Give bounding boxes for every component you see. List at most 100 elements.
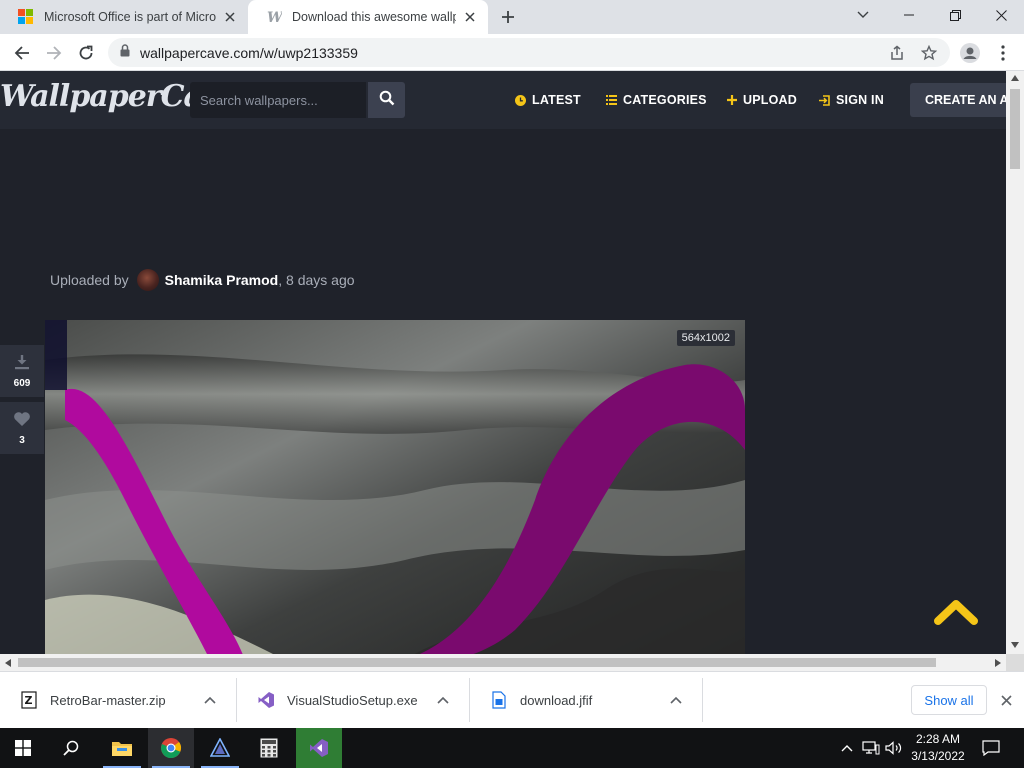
browser-tab-strip: Microsoft Office is part of Micros W Dow… <box>0 0 1024 34</box>
download-item[interactable]: download.jfif <box>470 678 703 722</box>
tab-title: Microsoft Office is part of Micros <box>44 10 216 24</box>
download-count: 609 <box>13 377 31 389</box>
nav-latest-label: LATEST <box>532 93 581 107</box>
nav-sign-in-label: SIGN IN <box>836 93 884 107</box>
image-file-icon <box>490 691 508 709</box>
microsoft-logo-icon <box>18 9 34 25</box>
zip-file-icon: Z <box>20 691 38 709</box>
download-item[interactable]: Z RetroBar-master.zip <box>0 678 237 722</box>
chrome-icon[interactable] <box>148 728 194 768</box>
new-tab-plus-icon[interactable] <box>498 7 518 27</box>
download-item[interactable]: VisualStudioSetup.exe <box>237 678 470 722</box>
list-icon <box>606 95 617 105</box>
profile-avatar-icon[interactable] <box>957 40 983 66</box>
volume-icon[interactable] <box>884 728 904 768</box>
uploader-name-link[interactable]: Shamika Pramod <box>165 272 279 288</box>
scroll-down-arrow-icon[interactable] <box>1011 642 1019 648</box>
visual-studio-installer-taskbar-icon[interactable] <box>296 728 342 768</box>
chevron-up-icon[interactable] <box>202 692 218 708</box>
url-text: wallpapercave.com/w/uwp2133359 <box>140 44 358 61</box>
dimensions-badge: 564x1002 <box>676 330 735 346</box>
download-button[interactable]: 609 <box>0 345 44 397</box>
sign-in-icon <box>819 94 830 106</box>
upload-info: Uploaded by Shamika Pramod , 8 days ago <box>50 269 355 291</box>
scroll-up-arrow-icon[interactable] <box>1011 75 1019 81</box>
upload-time: , 8 days ago <box>278 272 355 288</box>
file-explorer-icon[interactable] <box>99 728 145 768</box>
uploaded-by-label: Uploaded by <box>50 272 129 288</box>
chevron-up-icon[interactable] <box>668 692 684 708</box>
clock-date: 3/13/2022 <box>911 749 965 763</box>
browser-toolbar: wallpapercave.com/w/uwp2133359 <box>0 34 1024 71</box>
download-filename: RetroBar-master.zip <box>50 692 166 708</box>
windows-start-icon[interactable] <box>0 728 46 768</box>
wallpaper-image[interactable]: 564x1002 <box>45 320 745 654</box>
svg-text:W: W <box>267 10 282 25</box>
search-input[interactable] <box>200 92 360 108</box>
like-count: 3 <box>19 434 25 446</box>
plus-icon <box>727 95 737 105</box>
download-filename: VisualStudioSetup.exe <box>287 692 418 708</box>
scroll-to-top-button[interactable] <box>933 597 979 627</box>
reload-icon[interactable] <box>73 40 99 66</box>
app-installer-icon[interactable] <box>197 728 243 768</box>
web-page: WallpaperCave LATEST CATEGORIES <box>0 71 1006 654</box>
vertical-scroll-thumb[interactable] <box>1010 89 1020 169</box>
site-header: WallpaperCave LATEST CATEGORIES <box>0 71 1006 129</box>
close-window-icon[interactable] <box>978 0 1024 30</box>
forward-arrow-icon[interactable] <box>41 40 67 66</box>
chevron-up-icon <box>933 600 979 631</box>
browser-menu-icon[interactable] <box>990 40 1016 66</box>
create-account-button[interactable]: CREATE AN AC <box>910 83 1006 117</box>
vertical-scrollbar[interactable] <box>1006 71 1024 654</box>
download-bar: Z RetroBar-master.zip VisualStudioSetup.… <box>0 671 1024 728</box>
clock-icon <box>515 94 526 106</box>
nav-latest-link[interactable]: LATEST <box>515 91 581 109</box>
back-arrow-icon[interactable] <box>9 40 35 66</box>
close-tab-icon[interactable] <box>222 9 238 25</box>
share-icon[interactable] <box>888 44 906 62</box>
close-download-bar-icon[interactable] <box>997 691 1015 709</box>
nav-upload-link[interactable]: UPLOAD <box>727 91 797 109</box>
search-button[interactable] <box>368 82 405 118</box>
wallpapercave-favicon-icon: W <box>266 9 284 26</box>
restore-window-icon[interactable] <box>932 0 978 30</box>
tab-search-chevron-down-icon[interactable] <box>840 0 886 30</box>
show-hidden-icons-chevron-up-icon[interactable] <box>838 728 856 768</box>
horizontal-scroll-thumb[interactable] <box>18 658 936 667</box>
tab-microsoft-office[interactable]: Microsoft Office is part of Micros <box>0 0 248 34</box>
uploader-avatar[interactable] <box>136 269 159 291</box>
wallpaper-artwork <box>45 320 745 654</box>
network-icon[interactable] <box>860 728 882 768</box>
scrollbar-corner <box>1006 654 1024 671</box>
nav-categories-link[interactable]: CATEGORIES <box>606 91 707 109</box>
visual-studio-installer-icon <box>257 691 275 709</box>
like-button[interactable]: 3 <box>0 402 44 454</box>
search-icon <box>379 90 395 111</box>
taskbar-search-icon[interactable] <box>48 728 94 768</box>
chevron-up-icon[interactable] <box>435 692 451 708</box>
close-tab-icon[interactable] <box>462 9 478 25</box>
horizontal-scrollbar[interactable] <box>0 654 1006 671</box>
minimize-window-icon[interactable] <box>886 0 932 30</box>
address-bar[interactable]: wallpapercave.com/w/uwp2133359 <box>108 38 950 67</box>
wallpaper-side-actions: 609 3 <box>0 345 44 459</box>
windows-taskbar: 2:28 AM 3/13/2022 <box>0 728 1024 768</box>
tab-wallpapercave[interactable]: W Download this awesome wallpap <box>248 0 488 34</box>
system-clock[interactable]: 2:28 AM 3/13/2022 <box>902 731 974 765</box>
lock-icon <box>120 43 130 62</box>
clock-time: 2:28 AM <box>915 732 961 746</box>
screen: Microsoft Office is part of Micros W Dow… <box>0 0 1024 768</box>
action-center-icon[interactable] <box>978 728 1004 768</box>
nav-categories-label: CATEGORIES <box>623 93 707 107</box>
heart-icon <box>13 411 31 432</box>
scroll-right-arrow-icon[interactable] <box>995 659 1001 667</box>
nav-sign-in-link[interactable]: SIGN IN <box>819 91 884 109</box>
show-all-downloads-button[interactable]: Show all <box>911 685 987 715</box>
calculator-icon[interactable] <box>246 728 292 768</box>
scroll-left-arrow-icon[interactable] <box>5 659 11 667</box>
download-filename: download.jfif <box>520 692 593 708</box>
search-field-container <box>190 82 366 118</box>
download-icon <box>14 354 30 375</box>
bookmark-star-icon[interactable] <box>920 44 938 62</box>
